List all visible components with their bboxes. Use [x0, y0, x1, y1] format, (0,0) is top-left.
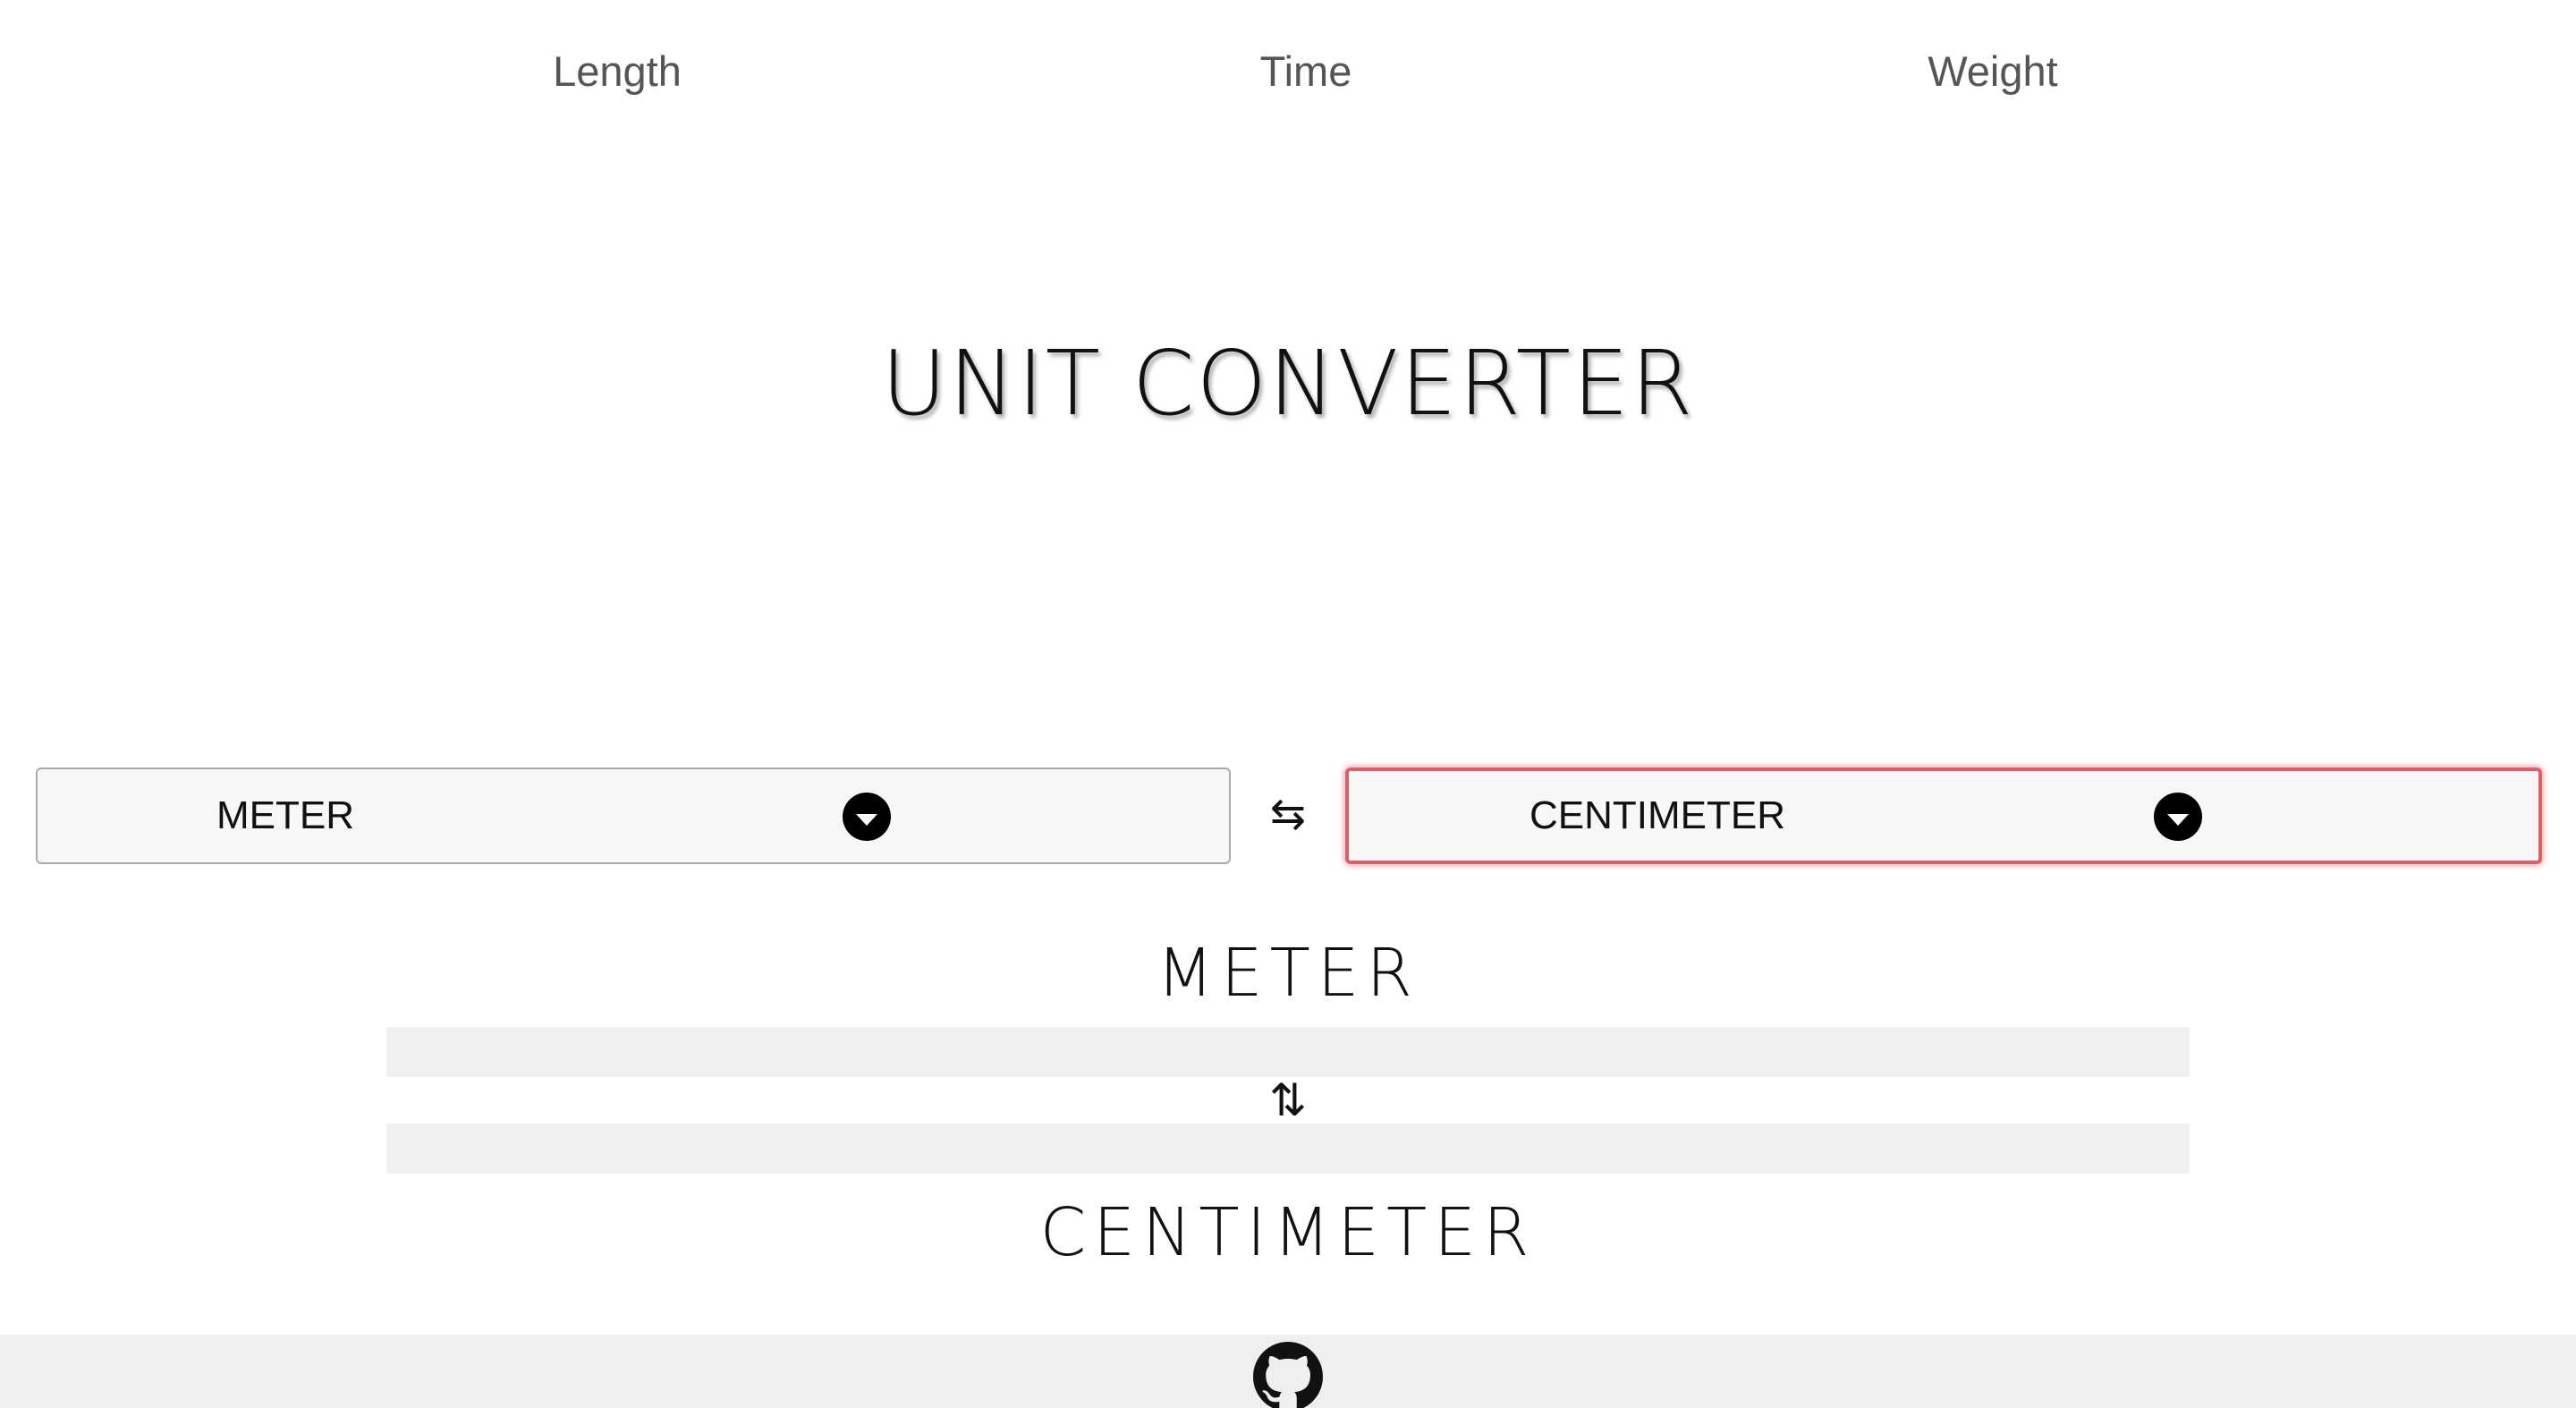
- swap-values-icon[interactable]: ⇅: [1261, 1073, 1315, 1127]
- to-unit-select[interactable]: CENTIMETER: [1345, 768, 2542, 864]
- chevron-down-icon: [843, 793, 891, 841]
- from-value-input[interactable]: [386, 1027, 2190, 1077]
- from-unit-selected-value: METER: [216, 793, 354, 837]
- footer: [0, 1335, 2576, 1408]
- nav-item-time[interactable]: Time: [1190, 43, 1422, 100]
- to-unit-heading: CENTIMETER: [1039, 1194, 1537, 1271]
- from-unit-select[interactable]: METER: [36, 768, 1231, 864]
- to-value-input[interactable]: [386, 1124, 2190, 1174]
- swap-units-icon[interactable]: ⇆: [1261, 787, 1315, 841]
- chevron-down-icon: [2154, 793, 2202, 841]
- github-icon[interactable]: [1253, 1342, 1323, 1408]
- page-title: UNIT CONVERTER: [881, 331, 1695, 436]
- nav-item-weight[interactable]: Weight: [1877, 43, 2109, 100]
- to-unit-selected-value: CENTIMETER: [1530, 793, 1785, 837]
- page: Length Time Weight UNIT CONVERTER METER …: [0, 0, 2576, 1408]
- unit-category-nav: Length Time Weight: [0, 0, 2576, 143]
- nav-item-length[interactable]: Length: [501, 43, 733, 100]
- from-unit-heading: METER: [1157, 935, 1419, 1012]
